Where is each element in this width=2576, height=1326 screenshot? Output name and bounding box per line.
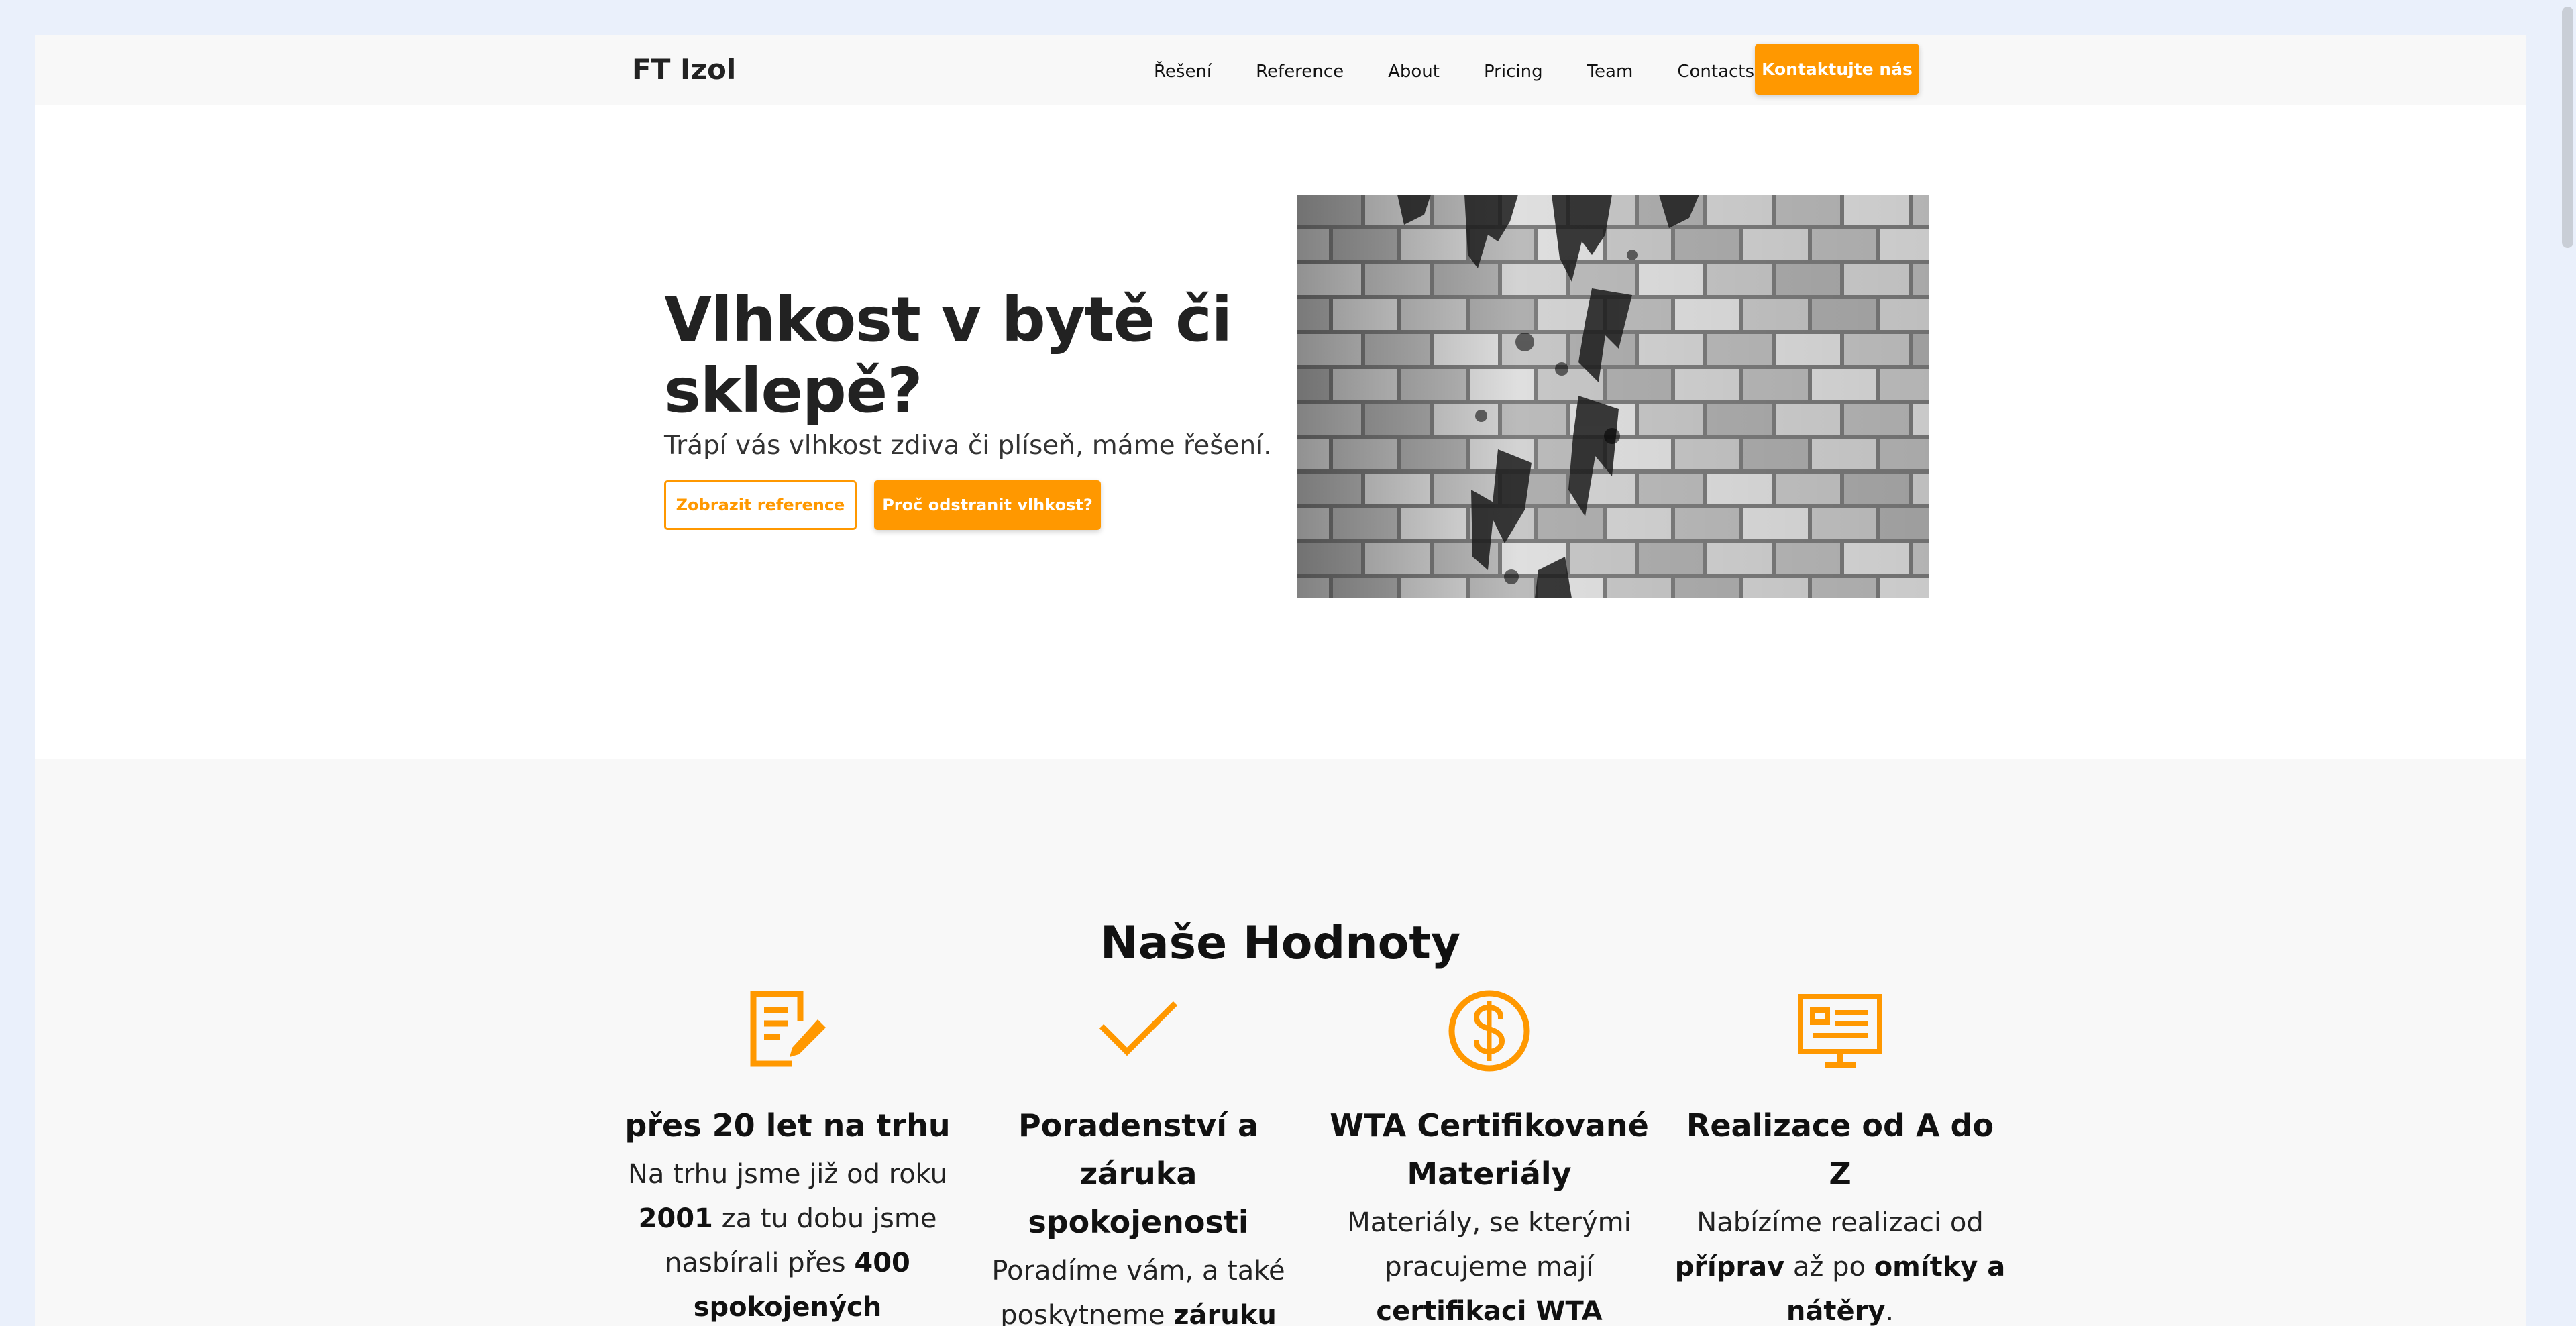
site-logo[interactable]: FT Izol (632, 50, 736, 90)
nav-item-team[interactable]: Team (1587, 55, 1633, 89)
values-section: Naše Hodnoty přes 20 let na trhu Na trhu… (35, 759, 2526, 1326)
hero-image (1297, 195, 1929, 598)
value-card-title: přes 20 let na trhu (625, 1107, 951, 1144)
value-card-title: WTA Certifikované Materiály (1330, 1107, 1649, 1192)
site-header: FT Izol Řešení Reference About Pricing T… (35, 35, 2526, 105)
document-edit-icon (750, 991, 826, 1067)
nav-item-about[interactable]: About (1388, 55, 1440, 89)
main-nav: Řešení Reference About Pricing Team Cont… (1154, 55, 1754, 89)
page: FT Izol Řešení Reference About Pricing T… (35, 35, 2526, 1326)
hero-subtitle: Trápí vás vlhkost zdiva či plíseň, máme … (664, 431, 1272, 461)
nav-item-reseni[interactable]: Řešení (1154, 55, 1212, 89)
nav-item-reference[interactable]: Reference (1256, 55, 1344, 89)
hero-title: Vlhkost v bytě či sklepě? (664, 284, 1232, 427)
contact-us-button[interactable]: Kontaktujte nás (1755, 44, 1919, 95)
brick-wall-image (1297, 195, 1929, 598)
value-card-title: Poradenství a záruka spokojenosti (1018, 1107, 1259, 1240)
value-card-title: Realizace od A do Z (1686, 1107, 1994, 1192)
value-card-text: Nabízíme realizaci od příprav až po omít… (1674, 1207, 2006, 1326)
show-references-button[interactable]: Zobrazit reference (664, 480, 857, 530)
value-card: Realizace od A do Z Nabízíme realizaci o… (1672, 987, 2008, 1326)
nav-item-pricing[interactable]: Pricing (1484, 55, 1543, 89)
why-remove-moisture-button[interactable]: Proč odstranit vlhkost? (874, 480, 1101, 530)
value-card-text: Poradíme vám, a také poskytneme záruku k… (991, 1256, 1285, 1326)
value-card-text: Materiály, se kterými pracujeme mají cer… (1347, 1207, 1631, 1326)
nav-item-contacts[interactable]: Contacts (1677, 55, 1754, 89)
value-card: WTA Certifikované Materiály Materiály, s… (1322, 987, 1657, 1326)
presentation-board-icon (1798, 994, 1882, 1068)
dollar-coin-icon (1448, 990, 1530, 1072)
scrollbar-thumb[interactable] (2562, 7, 2573, 248)
vertical-scrollbar[interactable] (2559, 0, 2576, 1326)
value-card-text: Na trhu jsme již od roku 2001 za tu dobu… (627, 1159, 948, 1323)
checkmark-icon (1099, 1001, 1178, 1056)
value-card: přes 20 let na trhu Na trhu jsme již od … (620, 987, 955, 1326)
value-card: Poradenství a záruka spokojenosti Poradí… (971, 987, 1306, 1326)
values-title: Naše Hodnoty (1099, 917, 1461, 970)
